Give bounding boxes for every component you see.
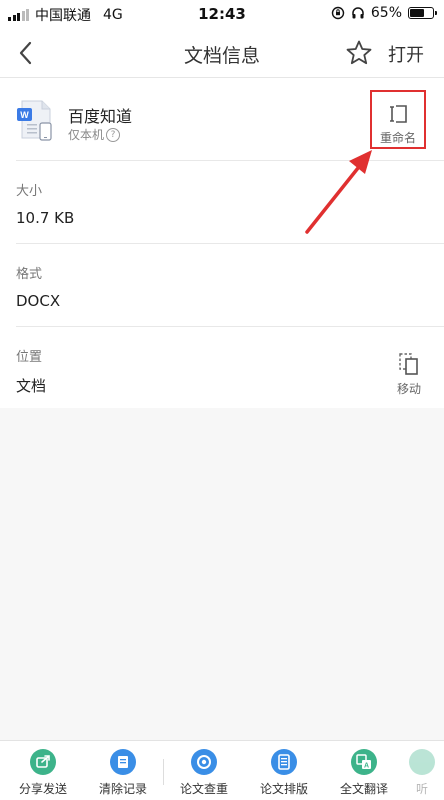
help-icon[interactable]: ? xyxy=(106,127,121,142)
clear-record-icon xyxy=(110,749,136,775)
move-icon xyxy=(399,353,418,375)
star-outline-icon[interactable] xyxy=(345,39,373,67)
clear-glyph xyxy=(118,756,128,768)
move-label: 移动 xyxy=(396,382,421,396)
listen-icon xyxy=(409,749,435,775)
paper-check-icon xyxy=(191,749,217,775)
divider xyxy=(16,243,444,244)
divider xyxy=(16,326,444,327)
translate-glyph: A xyxy=(356,754,371,770)
file-location-tag: 仅本机 ? xyxy=(68,126,121,143)
size-value: 10.7 KB xyxy=(16,209,75,227)
location-section: 位置 文档 xyxy=(16,346,46,396)
bottom-toolbar: 分享发送 清除记录 论文查重 论文排版 A 全文翻译 听 xyxy=(0,740,444,800)
svg-text:A: A xyxy=(364,763,369,770)
toolbar-listen[interactable]: 听 xyxy=(392,749,444,797)
divider xyxy=(16,160,444,161)
toolbar-share[interactable]: 分享发送 xyxy=(3,749,83,797)
toolbar-label: 听 xyxy=(415,782,428,796)
translate-icon: A xyxy=(351,749,377,775)
battery-level xyxy=(410,9,424,17)
rotation-lock-icon xyxy=(331,6,345,20)
share-icon xyxy=(30,749,56,775)
toolbar-label: 清除记录 xyxy=(98,782,147,796)
battery-icon xyxy=(408,7,437,19)
local-only-label: 仅本机 xyxy=(68,128,105,142)
status-right: 65% xyxy=(331,5,437,21)
open-button[interactable]: 打开 xyxy=(388,41,424,67)
format-value: DOCX xyxy=(16,292,61,310)
location-label: 位置 xyxy=(16,350,43,365)
toolbar-clear-record[interactable]: 清除记录 xyxy=(83,749,163,797)
svg-text:W: W xyxy=(20,110,29,120)
size-section: 大小 10.7 KB xyxy=(16,180,74,227)
battery-percent: 65% xyxy=(370,5,402,21)
toolbar-label: 论文排版 xyxy=(259,782,308,796)
toolbar-paper-check[interactable]: 论文查重 xyxy=(164,749,244,797)
format-section: 格式 DOCX xyxy=(16,263,60,310)
layout-glyph xyxy=(278,754,290,770)
rename-button[interactable]: 重命名 xyxy=(370,90,426,149)
toolbar-label: 分享发送 xyxy=(18,782,67,796)
paper-layout-icon xyxy=(271,749,297,775)
rename-icon xyxy=(390,105,407,123)
toolbar-label: 论文查重 xyxy=(179,782,228,796)
move-button[interactable]: 移动 xyxy=(392,352,426,396)
headphones-icon xyxy=(352,7,364,19)
format-label: 格式 xyxy=(16,267,43,282)
rename-label: 重命名 xyxy=(379,131,416,145)
location-value: 文档 xyxy=(16,377,47,395)
file-name: 百度知道 xyxy=(68,107,133,126)
status-bar: 中国联通 4G 12:43 65% xyxy=(0,0,444,28)
toolbar-paper-layout[interactable]: 论文排版 xyxy=(244,749,324,797)
file-info-card: W 百度知道 仅本机 ? 重命名 大小 10.7 KB 格式 DOCX 位置 文… xyxy=(0,78,444,408)
nav-bar: 文档信息 打开 xyxy=(0,28,444,78)
file-header-row: W 百度知道 仅本机 ? 重命名 xyxy=(0,78,444,160)
share-glyph xyxy=(36,755,50,768)
size-label: 大小 xyxy=(16,184,43,199)
check-glyph xyxy=(197,755,211,769)
word-document-icon: W xyxy=(17,100,52,141)
page-title: 文档信息 xyxy=(183,45,260,67)
